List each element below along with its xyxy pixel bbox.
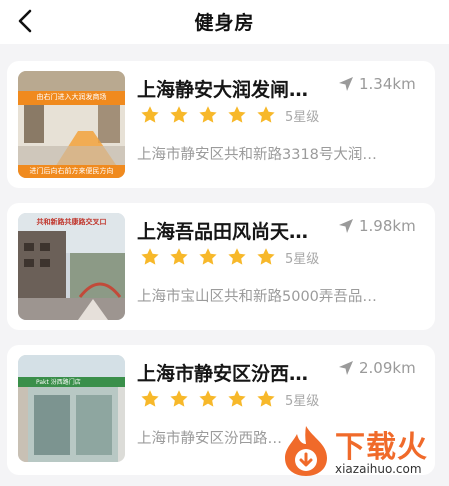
distance: 1.98km [337, 217, 416, 235]
star-icon [257, 390, 275, 407]
thumb-caption-top: Pakt 汾西路门店 [36, 379, 81, 386]
distance: 2.09km [337, 359, 416, 377]
star-icon [199, 390, 217, 407]
location-arrow-icon [339, 361, 353, 375]
star-icon [170, 106, 188, 123]
location-arrow-icon [339, 77, 353, 91]
gym-thumbnail: Pakt 汾西路门店 [18, 355, 125, 462]
distance: 1.34km [337, 75, 416, 93]
star-icon [228, 390, 246, 407]
location-arrow-icon [339, 219, 353, 233]
gym-address: 上海市宝山区共和新路5000弄吾品… [137, 289, 377, 305]
watermark: 下载火 xiazaihuo.com [275, 418, 447, 484]
distance-text: 1.34km [359, 75, 416, 93]
gym-name: 上海市静安区汾西… [137, 363, 309, 385]
star-icon [141, 248, 159, 265]
thumb-caption-top: 由右门进入大润发商场 [36, 93, 107, 101]
star-icon [257, 248, 275, 265]
star-icon [170, 248, 188, 265]
app-header: 健身房 [0, 0, 449, 44]
star-icon [199, 106, 217, 123]
star-icon [170, 390, 188, 407]
distance-text: 2.09km [359, 359, 416, 377]
star-icon [141, 390, 159, 407]
flame-logo-icon [285, 426, 327, 476]
star-rating: 5星级 [140, 389, 319, 409]
gym-name: 上海吾品田风尚天… [137, 221, 309, 243]
gym-thumbnail: 共和新路共康路交叉口 [18, 213, 125, 320]
star-rating: 5星级 [140, 247, 319, 267]
star-icon [199, 248, 217, 265]
distance-text: 1.98km [359, 217, 416, 235]
page-title: 健身房 [194, 12, 255, 34]
gym-address: 上海市静安区共和新路3318号大润… [137, 147, 377, 163]
thumb-caption-top: 共和新路共康路交叉口 [36, 218, 107, 226]
watermark-url: xiazaihuo.com [335, 462, 422, 476]
star-level: 5星级 [285, 109, 320, 125]
star-level: 5星级 [285, 393, 320, 409]
star-rating: 5星级 [140, 105, 319, 125]
gym-card[interactable]: 由右门进入大润发商场 进门后向右前方来便民方向 上海静安大润发闸… 1.34km… [7, 61, 435, 188]
star-level: 5星级 [285, 251, 320, 267]
gym-name: 上海静安大润发闸… [137, 79, 309, 101]
star-icon [141, 106, 159, 123]
star-icon [228, 248, 246, 265]
star-icon [228, 106, 246, 123]
watermark-brand: 下载火 [335, 430, 428, 465]
gym-thumbnail: 由右门进入大润发商场 进门后向右前方来便民方向 [18, 71, 125, 178]
gym-card[interactable]: 共和新路共康路交叉口 上海吾品田风尚天… 1.98km 5星级 上海市宝山区共和… [7, 203, 435, 330]
thumb-caption-bottom: 进门后向右前方来便民方向 [29, 167, 114, 175]
star-icon [257, 106, 275, 123]
